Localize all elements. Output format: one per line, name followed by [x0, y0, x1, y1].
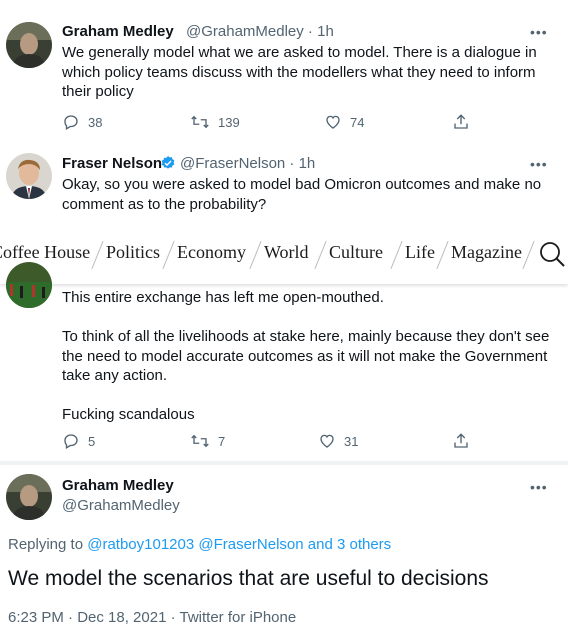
- tweet-graham-medley-focused[interactable]: Graham Medley @GrahamMedley ••• Replying…: [0, 465, 568, 637]
- avatar[interactable]: [6, 474, 52, 520]
- more-options-icon[interactable]: •••: [530, 156, 548, 172]
- avatar-image: [6, 474, 52, 520]
- retweet-button[interactable]: 7: [190, 432, 225, 450]
- tweet-text-line: Okay, so you were asked to model bad Omi…: [62, 176, 542, 193]
- reply-count: 38: [88, 114, 103, 130]
- avatar-image: [6, 153, 52, 199]
- share-icon: [454, 433, 468, 448]
- share-icon: [454, 114, 468, 129]
- avatar[interactable]: [6, 22, 52, 68]
- like-count: 31: [344, 433, 359, 449]
- more-options-icon[interactable]: •••: [530, 24, 548, 40]
- heart-icon: [326, 115, 340, 129]
- nav-item-magazine[interactable]: Magazine: [451, 242, 522, 263]
- nav-divider: [390, 240, 403, 270]
- nav-divider: [249, 240, 262, 270]
- nav-item-life[interactable]: Life: [405, 242, 435, 263]
- reply-icon: [64, 434, 78, 449]
- nav-divider: [314, 240, 327, 270]
- site-navigation-bar: Coffee House Politics Economy World Cult…: [0, 226, 568, 284]
- author-name[interactable]: Fraser Nelson: [62, 155, 162, 172]
- tweet-text-line: We generally model what we are asked to …: [62, 44, 537, 61]
- tweet-actions: 38 139 74: [62, 113, 482, 135]
- nav-divider: [162, 240, 175, 270]
- nav-divider: [522, 240, 535, 270]
- more-options-icon[interactable]: •••: [530, 479, 548, 495]
- nav-item-politics[interactable]: Politics: [106, 242, 160, 263]
- author-name[interactable]: Graham Medley: [62, 23, 174, 40]
- tweet-fraser-nelson[interactable]: Fraser Nelson @FraserNelson · 1h ••• Oka…: [0, 145, 568, 226]
- tweet-text-line: take any action.: [62, 367, 168, 384]
- nav-item-world[interactable]: World: [264, 242, 309, 263]
- tweet-text-line: which policy teams discuss with the mode…: [62, 63, 536, 81]
- replying-to: Replying to @ratboy101203 @FraserNelson …: [8, 536, 391, 553]
- replying-to-links[interactable]: @ratboy101203 @FraserNelson and 3 others: [87, 536, 391, 553]
- nav-item-coffee-house[interactable]: Coffee House: [0, 242, 90, 263]
- avatar-image: [6, 22, 52, 68]
- reply-button[interactable]: 5: [62, 432, 95, 450]
- tweet-text-line: comment as to the probability?: [62, 195, 267, 213]
- reply-icon: [64, 115, 78, 130]
- tweet-actions: 5 7 31: [62, 432, 482, 454]
- tweet-text: This entire exchange has left me open-mo…: [62, 288, 552, 425]
- nav-item-economy[interactable]: Economy: [177, 242, 246, 263]
- search-icon[interactable]: [538, 240, 566, 268]
- author-handle-time[interactable]: @FraserNelson · 1h: [180, 155, 315, 172]
- tweet-text: Okay, so you were asked to model bad Omi…: [62, 175, 542, 214]
- tweet-text-line: their policy: [62, 83, 134, 100]
- retweet-icon: [191, 115, 209, 129]
- avatar-image: [6, 262, 52, 308]
- tweet-ratboy[interactable]: This entire exchange has left me open-mo…: [0, 262, 568, 461]
- tweet-text-line: the need to model accurate outcomes as i…: [62, 347, 548, 365]
- heart-icon: [320, 434, 334, 448]
- like-button[interactable]: 74: [324, 113, 364, 131]
- tweet-text-line: To think of all the livelihoods at stake…: [62, 328, 550, 345]
- tweet-text-line: Fucking scandalous: [62, 406, 195, 423]
- retweet-button[interactable]: 139: [190, 113, 240, 131]
- focused-tweet-text: We model the scenarios that are useful t…: [8, 567, 489, 590]
- share-button[interactable]: [452, 432, 470, 450]
- retweet-count: 139: [218, 114, 240, 130]
- replying-to-label: Replying to: [8, 536, 84, 553]
- retweet-icon: [191, 434, 209, 448]
- verified-badge-icon: [161, 156, 175, 169]
- reply-count: 5: [88, 433, 96, 449]
- author-handle[interactable]: @GrahamMedley: [62, 497, 180, 514]
- nav-divider: [91, 240, 104, 270]
- tweet-text-line: This entire exchange has left me open-mo…: [62, 289, 384, 306]
- reply-button[interactable]: 38: [62, 113, 102, 131]
- author-handle-time[interactable]: @GrahamMedley · 1h: [186, 23, 334, 40]
- nav-divider: [436, 240, 449, 270]
- avatar[interactable]: [6, 153, 52, 199]
- share-button[interactable]: [452, 113, 470, 131]
- tweet-graham-medley-1[interactable]: Graham Medley @GrahamMedley · 1h ••• We …: [0, 0, 568, 145]
- avatar[interactable]: [6, 262, 52, 308]
- nav-item-culture[interactable]: Culture: [329, 242, 383, 263]
- like-count: 74: [350, 114, 365, 130]
- tweet-timestamp-source[interactable]: 6:23 PM · Dec 18, 2021 · Twitter for iPh…: [8, 609, 296, 626]
- tweet-text: We generally model what we are asked to …: [62, 43, 542, 102]
- like-button[interactable]: 31: [318, 432, 358, 450]
- author-name[interactable]: Graham Medley: [62, 477, 174, 494]
- retweet-count: 7: [218, 433, 226, 449]
